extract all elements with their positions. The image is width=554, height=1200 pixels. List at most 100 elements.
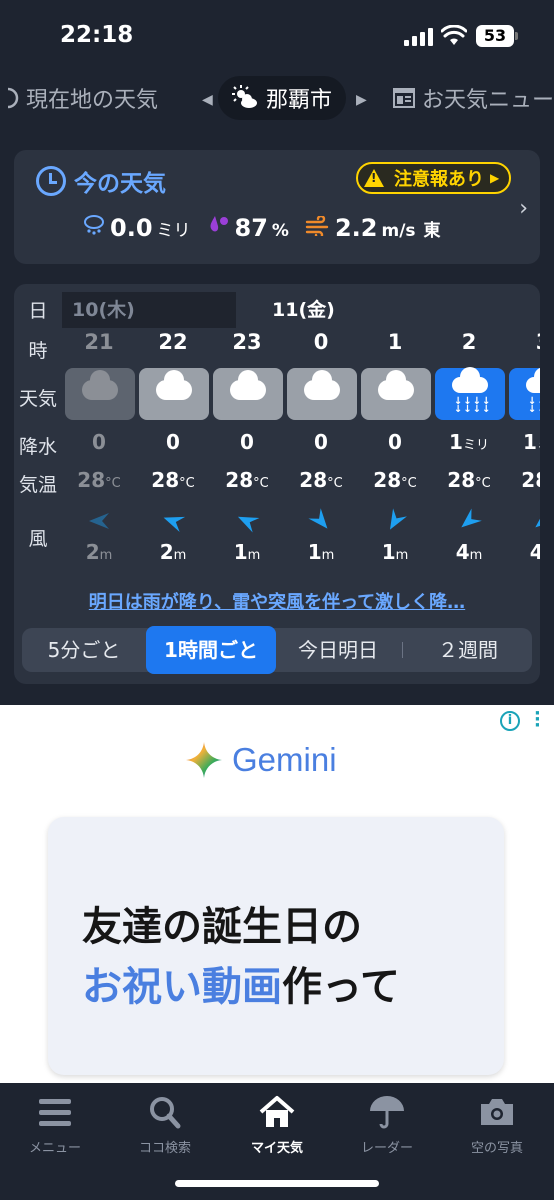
segment-5min[interactable]: 5分ごと (22, 628, 146, 672)
search-icon (145, 1093, 185, 1131)
tab-naha[interactable]: 那覇市 (218, 76, 347, 120)
hourly-column: 1 0 28°C 1m (358, 284, 432, 574)
nav-sky-photos[interactable]: 空の写真 (442, 1093, 552, 1156)
humidity-unit: % (271, 221, 289, 241)
wind-unit: m (173, 548, 187, 563)
forecast-summary-link[interactable]: 明日は雨が降り、雷や突風を伴って激しく降… (14, 588, 540, 614)
cloud-icon (65, 368, 135, 420)
wind-value: 1 (233, 540, 248, 564)
current-stats: 0.0 ミリ 87 % 2.2 m/s 東 (82, 212, 441, 242)
ad-menu-icon[interactable]: · · · (534, 705, 541, 735)
tab-weather-news[interactable]: お天気ニュース (392, 76, 554, 120)
wind-unit: m (99, 548, 113, 563)
ad-brand-name: Gemini (232, 741, 337, 778)
wind-icon (305, 216, 329, 236)
wind-direction-arrow-icon (308, 508, 328, 529)
news-icon (393, 88, 415, 108)
row-label-wind: 風 (28, 528, 48, 550)
precip-cell: 0 (136, 430, 210, 454)
location-tabs: 現在地の天気 ◀ 那覇市 ▶ お天気ニュース (0, 68, 554, 128)
status-time: 22:18 (60, 22, 134, 48)
precip-amount: 0 (166, 430, 180, 454)
hourly-column: 2 ↓↓↓↓ ↓↓↓↓ 1ミリ 28°C 4m (432, 284, 506, 574)
temp-value: 28 (77, 468, 106, 492)
tab-current-location[interactable]: 現在地の天気 (0, 76, 158, 120)
interval-segmented-control: 5分ごと 1時間ごと 今日明日 ２週間 (22, 626, 532, 674)
precip-unit: ミリ (462, 438, 489, 453)
current-weather-title-text: 今の天気 (74, 171, 166, 197)
precip-amount: 0 (92, 430, 106, 454)
precip-cell: 1ミリ (432, 430, 506, 454)
nav-search[interactable]: ココ検索 (110, 1093, 220, 1156)
wifi-icon (441, 25, 467, 45)
rain-icon: ↓↓↓↓↓↓↓↓ (509, 367, 540, 420)
ad-banner[interactable]: i · · · Gemini 友達の誕生日の お祝い動画作って (0, 705, 554, 1083)
prev-tab-arrow-icon[interactable]: ◀ (202, 92, 213, 108)
temp-cell: 28°C (432, 468, 506, 492)
wind-value: 1 (307, 540, 322, 564)
nav-sky-photos-label: 空の写真 (470, 1141, 523, 1156)
precip-cell: 1ミリ (506, 430, 540, 454)
ad-headline-line2: お祝い動画作って (82, 957, 400, 1017)
current-weather-title: 今の天気 (36, 164, 166, 198)
next-tab-arrow-icon[interactable]: ▶ (356, 92, 367, 108)
wind-cell: 1m (358, 540, 432, 564)
status-bar: 22:18 53 (0, 0, 554, 66)
precip-amount: 0 (240, 430, 254, 454)
sun-cloud-icon (232, 85, 257, 108)
nav-radar[interactable]: レーダー (332, 1093, 442, 1156)
wind-direction: 東 (423, 221, 441, 241)
alert-badge[interactable]: 注意報あり ▶ (356, 162, 512, 194)
nav-my-weather[interactable]: マイ天気 (222, 1093, 332, 1156)
precip-unit: ミリ (156, 221, 191, 241)
row-label-day: 日 (28, 300, 48, 322)
home-indicator (175, 1180, 379, 1187)
hour-label: 23 (232, 330, 262, 354)
temp-unit: °C (327, 476, 343, 491)
wind-cell: 4m (432, 540, 506, 564)
segment-today-tomorrow[interactable]: 今日明日 (276, 628, 400, 672)
cloud-icon (287, 368, 357, 420)
ad-brand: Gemini (186, 741, 337, 779)
rain-icon: ↓↓↓↓↓↓↓↓ (435, 367, 505, 420)
nav-menu-label: メニュー (28, 1141, 81, 1156)
wind-speed-unit: m/s (381, 221, 416, 241)
row-label-hour: 時 (28, 340, 48, 362)
ad-info-icon[interactable]: i (500, 711, 520, 731)
segment-2weeks[interactable]: ２週間 (404, 628, 532, 672)
temp-value: 28 (521, 468, 540, 492)
row-label-weather: 天気 (18, 388, 57, 410)
hour-label: 21 (84, 330, 114, 354)
hourly-column: 22 0 28°C 2m (136, 284, 210, 574)
wind-direction-arrow-icon (163, 516, 186, 532)
nav-radar-label: レーダー (360, 1141, 413, 1156)
wind-direction-arrow-icon (461, 508, 482, 528)
wind-value: 2 (159, 540, 174, 564)
wind-direction-arrow-icon (89, 513, 109, 529)
temp-value: 28 (225, 468, 254, 492)
segment-1hour[interactable]: 1時間ごと (146, 626, 276, 674)
cloud-icon (213, 368, 283, 420)
nav-menu[interactable]: メニュー (0, 1093, 110, 1156)
wind-cell: 2m (136, 540, 210, 564)
wind-unit: m (395, 548, 409, 563)
tab-current-location-label: 現在地の天気 (26, 88, 159, 113)
cloud-icon (361, 368, 431, 420)
battery-icon: 53 (476, 25, 518, 47)
warning-icon (364, 169, 384, 187)
wind-direction-arrow-icon (390, 508, 407, 530)
temp-cell: 28°C (284, 468, 358, 492)
wind-value: 4 (529, 540, 540, 564)
ad-card[interactable]: 友達の誕生日の お祝い動画作って (48, 817, 504, 1075)
nav-search-label: ココ検索 (138, 1141, 191, 1156)
temp-cell: 28°C (62, 468, 136, 492)
temp-value: 28 (373, 468, 402, 492)
precip-cell: 0 (358, 430, 432, 454)
current-weather-card[interactable]: 今の天気 注意報あり ▶ 0.0 ミリ 87 % 2.2 m/s 東 › (14, 150, 540, 264)
wind-value: 2 (85, 540, 100, 564)
hourly-column: 3 ↓↓↓↓↓↓↓↓ 1ミリ 28°C 4m (506, 284, 540, 574)
wind-cell: 2m (62, 540, 136, 564)
temp-cell: 28°C (358, 468, 432, 492)
wind-cell: 1m (210, 540, 284, 564)
humidity-value: 87 (234, 214, 268, 242)
